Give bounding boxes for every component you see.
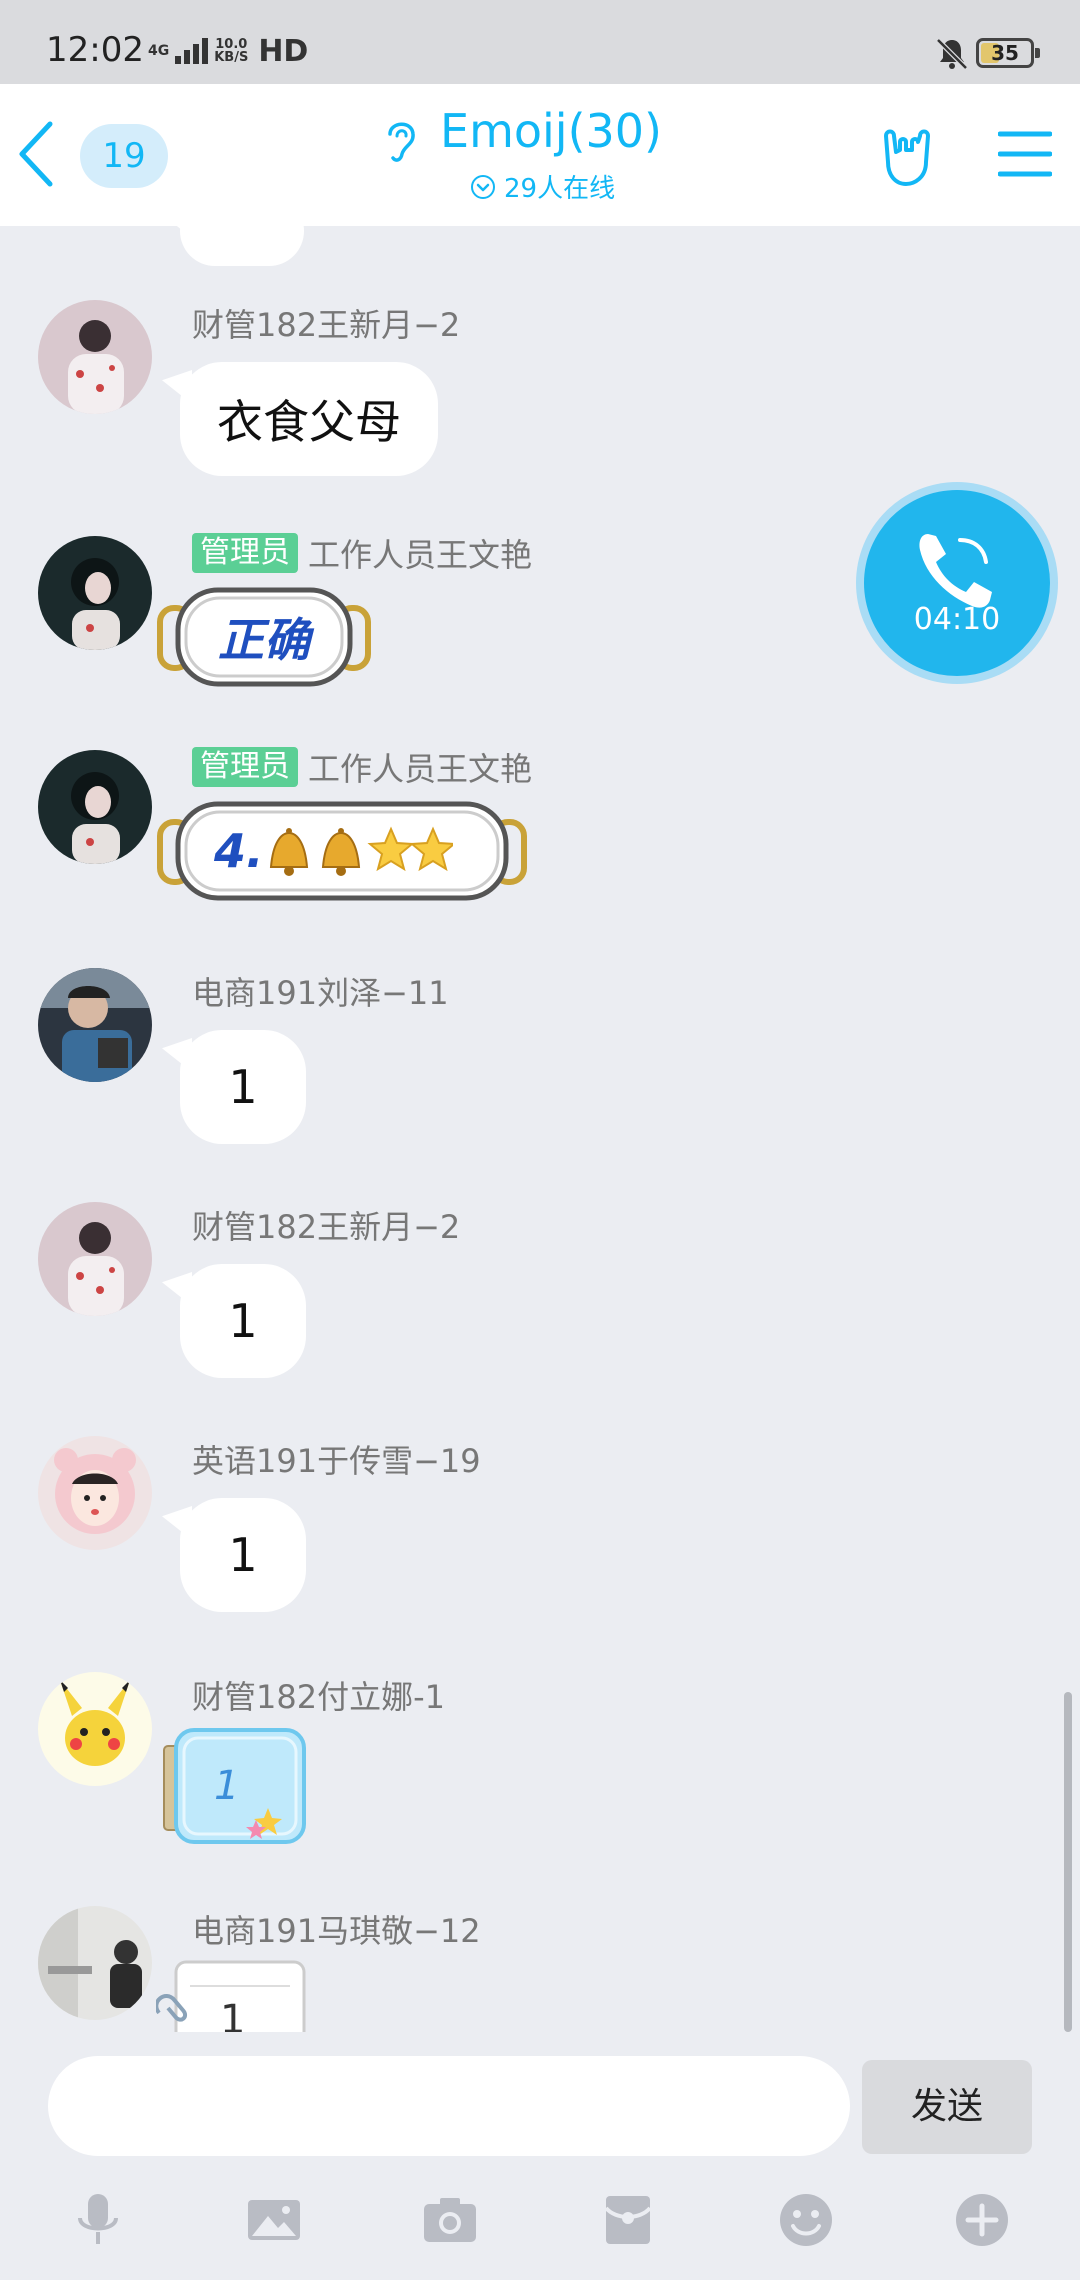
avatar[interactable] xyxy=(38,1672,152,1786)
bell-star-emoji xyxy=(270,826,454,876)
sender-name: 财管182王新月−2 xyxy=(192,1208,461,1246)
message-text: 1 xyxy=(228,1060,258,1114)
message-bubble[interactable]: 1 xyxy=(180,1264,306,1378)
sticker-bubble[interactable]: 4. xyxy=(156,796,528,906)
call-duration: 04:10 xyxy=(913,602,1001,637)
red-packet-icon[interactable] xyxy=(598,2190,658,2250)
sticker-text: 1 xyxy=(214,1763,240,1809)
sender-name: 财管182付立娜-1 xyxy=(192,1678,445,1716)
message-bubble[interactable]: 衣食父母 xyxy=(180,362,438,476)
message-list[interactable]: 财管182王新月−2 衣食父母 管理员 工作人员王文艳 正确 管理员 工作人员王… xyxy=(0,226,1080,2032)
avatar[interactable] xyxy=(38,536,152,650)
back-arrow-icon[interactable] xyxy=(12,114,62,194)
sender-name: 工作人员王文艳 xyxy=(308,536,533,574)
message-bubble[interactable]: 1 xyxy=(180,1030,306,1144)
composer: 发送 xyxy=(0,2032,1080,2280)
sender-name: 英语191于传雪−19 xyxy=(192,1442,481,1480)
signal-icon xyxy=(175,38,209,64)
image-icon[interactable] xyxy=(244,2190,304,2250)
battery-level: 35 xyxy=(991,41,1019,65)
message-text: 衣食父母 xyxy=(217,395,401,449)
speed-unit: KB/S xyxy=(214,50,249,65)
sender-name: 工作人员王文艳 xyxy=(308,750,533,788)
sticker-bubble[interactable]: 正确 xyxy=(156,582,372,692)
sticker-bubble[interactable]: 1 xyxy=(156,1724,310,1848)
chevron-down-circle-icon xyxy=(471,174,495,199)
admin-tag: 管理员 xyxy=(192,747,298,787)
online-count: 29人在线 xyxy=(504,174,616,204)
status-bar: 12:02 4G 10.0 KB/S HD 35 xyxy=(0,0,1080,84)
avatar[interactable] xyxy=(38,968,152,1082)
message-input[interactable] xyxy=(48,2056,850,2156)
online-status[interactable]: 29人在线 xyxy=(470,168,615,205)
unread-count-badge[interactable]: 19 xyxy=(80,124,168,188)
scrollbar[interactable] xyxy=(1064,1692,1072,2032)
emoji-icon[interactable] xyxy=(776,2190,836,2250)
sender-name: 财管182王新月−2 xyxy=(192,306,461,344)
mute-bell-icon xyxy=(936,38,968,70)
sender-name: 电商191刘泽−11 xyxy=(192,974,449,1012)
rock-hand-icon[interactable] xyxy=(878,122,936,188)
status-time: 12:02 xyxy=(46,30,144,70)
message-bubble[interactable]: 1 xyxy=(180,1498,306,1612)
camera-icon[interactable] xyxy=(420,2190,480,2250)
hd-indicator: HD xyxy=(258,33,309,69)
group-title[interactable]: Emoij(30) xyxy=(440,104,662,158)
battery-icon: 35 xyxy=(976,38,1040,68)
avatar[interactable] xyxy=(38,1202,152,1316)
sticker-bubble[interactable]: 1 xyxy=(156,1958,308,2032)
avatar[interactable] xyxy=(38,750,152,864)
sticker-text: 正确 xyxy=(218,613,310,667)
admin-tag: 管理员 xyxy=(192,533,298,573)
ear-icon xyxy=(388,122,415,162)
avatar[interactable] xyxy=(38,1906,152,2020)
message-text: 1 xyxy=(228,1528,258,1582)
plus-icon[interactable] xyxy=(952,2190,1012,2250)
network-type: 4G xyxy=(148,43,170,59)
sender-name: 电商191马琪敬−12 xyxy=(192,1912,481,1950)
composer-toolbar xyxy=(0,2190,1080,2270)
phone-icon xyxy=(919,534,992,608)
sticker-text: 1 xyxy=(220,1997,246,2032)
network-indicator: 4G 10.0 KB/S HD xyxy=(148,33,309,69)
chat-header: 19 Emoij(30) 29人在线 xyxy=(0,84,1080,226)
message-text: 1 xyxy=(228,1294,258,1348)
avatar[interactable] xyxy=(38,300,152,414)
message-bubble[interactable] xyxy=(180,226,304,266)
voice-call-float-button[interactable]: 04:10 xyxy=(864,490,1050,676)
avatar[interactable] xyxy=(38,1436,152,1550)
sticker-text: 4. xyxy=(214,824,264,878)
microphone-icon[interactable] xyxy=(68,2190,128,2250)
menu-icon[interactable] xyxy=(998,128,1052,180)
send-button[interactable]: 发送 xyxy=(862,2060,1032,2154)
